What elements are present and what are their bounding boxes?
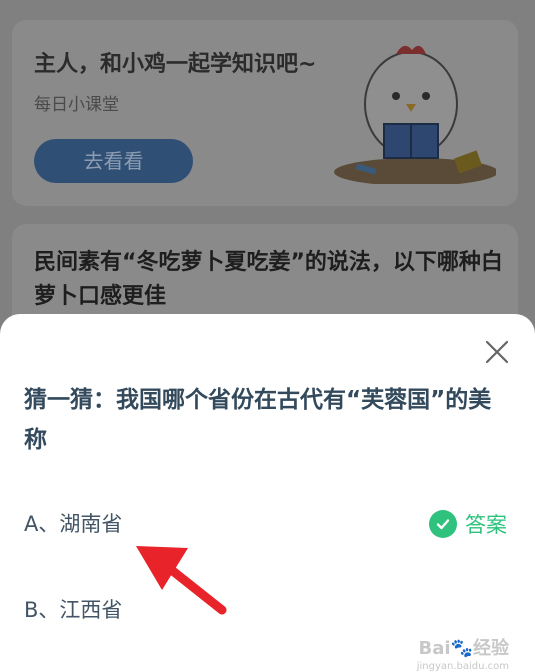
question-card-title: 民间素有“冬吃萝卜夏吃姜”的说法，以下哪种白萝卜口感更佳 — [34, 250, 503, 309]
lesson-card-subtitle: 每日小课堂 — [34, 95, 119, 115]
watermark-url: jingyan.baidu.com — [416, 661, 509, 672]
close-icon[interactable] — [483, 338, 511, 366]
quiz-bottom-sheet: 猜一猜：我国哪个省份在古代有“芙蓉国”的美称 A、湖南省 答案 B、江西省 — [0, 314, 535, 672]
lesson-card: 主人，和小鸡一起学知识吧~ 每日小课堂 去看看 — [12, 20, 518, 206]
answer-button[interactable]: 答案 — [429, 504, 507, 544]
option-b[interactable]: B、江西省 — [24, 590, 514, 630]
lesson-card-title: 主人，和小鸡一起学知识吧~ — [34, 52, 317, 77]
go-watch-button[interactable]: 去看看 — [34, 139, 193, 183]
quiz-question: 猜一猜：我国哪个省份在古代有“芙蓉国”的美称 — [24, 387, 492, 453]
chick-reading-illustration — [334, 45, 496, 184]
check-circle-icon — [429, 510, 457, 538]
answer-label: 答案 — [465, 513, 507, 537]
watermark-logo: Bai🐾经验 — [418, 638, 509, 659]
